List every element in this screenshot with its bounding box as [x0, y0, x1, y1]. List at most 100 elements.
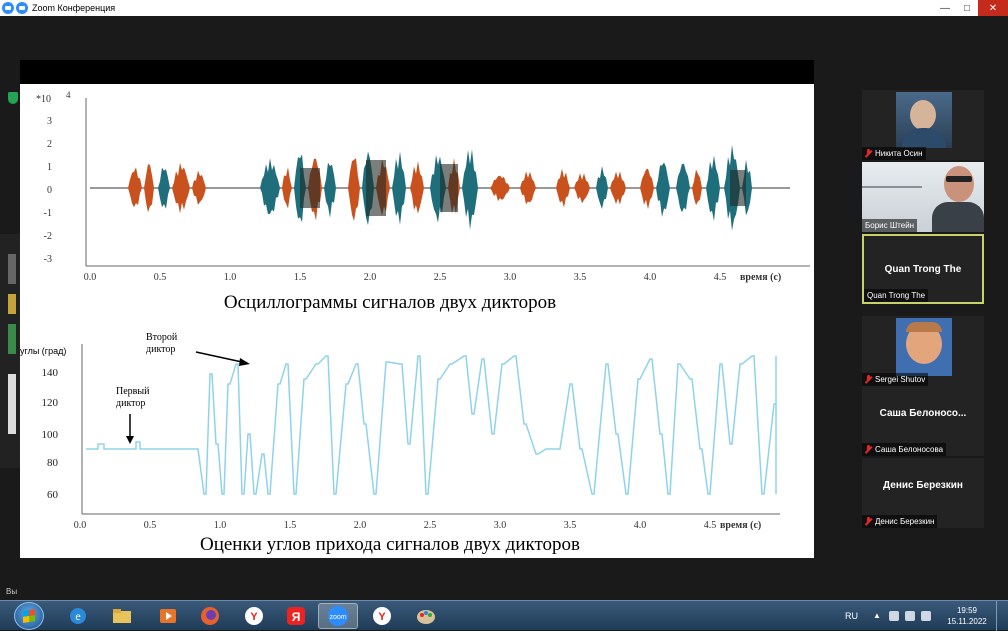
waveform-burst [348, 158, 360, 222]
window-titlebar: Zoom Конференция — □ ✕ [0, 0, 1008, 16]
clock-date: 15.11.2022 [947, 617, 987, 626]
waveform-overlap [730, 170, 746, 206]
annotation-second-speaker-line2: диктор [146, 344, 175, 355]
y-tick-label: 140 [42, 367, 59, 379]
meeting-stage: *10 4 3 2 1 0 -1 -2 -3 0.0 0.5 1.0 1.5 2.0 2.5 3.0 3.5 4.… [0, 16, 1008, 600]
waveform-burst [128, 167, 142, 208]
annotation-second-arrow [195, 351, 243, 363]
x-tick-label: 1.0 [224, 272, 237, 283]
waveform-overlap [366, 160, 386, 216]
participant-tile[interactable]: Денис Березкин Денис Березкин [862, 458, 984, 528]
yandex-icon[interactable]: Я [276, 603, 316, 629]
waveform-overlap [440, 164, 458, 212]
waveform-burst [260, 158, 280, 215]
y-tick-label: 60 [47, 489, 59, 501]
x-tick-label: 3.5 [564, 520, 577, 531]
clock[interactable]: 19:59 15.11.2022 [942, 605, 992, 627]
participant-name: Никита Осин [875, 149, 923, 158]
participant-display-name: Саша Белоносо... [879, 408, 967, 419]
x-tick-label: 4.0 [634, 520, 647, 531]
waveform-burst [610, 171, 626, 205]
y-tick-label: 3 [47, 116, 52, 127]
svg-text:e: e [75, 609, 80, 623]
yandex-browser-icon-2[interactable]: Y [362, 603, 402, 629]
tray-app-icon[interactable] [889, 611, 899, 621]
participant-name: Quan Trong The [867, 291, 926, 300]
media-player-icon[interactable] [148, 603, 188, 629]
participant-video [896, 92, 952, 148]
participant-tile[interactable]: Никита Осин [862, 90, 984, 160]
waveform-burst [596, 166, 608, 210]
waveform-burst [574, 173, 590, 204]
x-tick-label: 3.0 [494, 520, 507, 531]
close-button[interactable]: ✕ [978, 0, 1008, 16]
y-tick-label: 100 [42, 429, 59, 441]
volume-icon[interactable] [921, 611, 931, 621]
network-icon[interactable] [905, 611, 915, 621]
waveform-overlap [300, 168, 320, 208]
maximize-button[interactable]: □ [956, 0, 978, 16]
minimize-button[interactable]: — [934, 0, 956, 16]
participant-tile[interactable]: Sergei Shutov [862, 316, 984, 386]
angle-estimate-caption: Оценки углов прихода сигналов двух дикто… [199, 534, 581, 555]
zoom-taskbar-icon[interactable]: zoom [318, 603, 358, 629]
x-tick-label: 2.5 [434, 272, 447, 283]
yandex-browser-icon[interactable]: Y [234, 603, 274, 629]
x-axis-label: время (с) [740, 272, 781, 283]
shared-screen: *10 4 3 2 1 0 -1 -2 -3 0.0 0.5 1.0 1.5 2.0 2.5 3.0 3.5 4.… [20, 60, 814, 558]
encryption-shield-icon[interactable] [8, 92, 18, 104]
x-tick-label: 0.5 [144, 520, 157, 531]
waveform-burst [656, 162, 670, 218]
waveform-burst [490, 175, 510, 202]
language-indicator[interactable]: RU [845, 611, 858, 621]
file-explorer-icon[interactable] [102, 603, 142, 629]
windows-taskbar: e Y Я zoom Y RU ▲ 19:59 15.11.2022 [0, 600, 1008, 631]
x-tick-label: 2.5 [424, 520, 437, 531]
annotation-second-speaker-line1: Второй [146, 332, 178, 343]
tray-expand-icon[interactable]: ▲ [873, 611, 883, 621]
internet-explorer-icon[interactable]: e [58, 603, 98, 629]
oscillogram-chart: *10 4 3 2 1 0 -1 -2 -3 0.0 0.5 1.0 1.5 2.0 2.5 3.0 3.5 4.… [36, 90, 810, 283]
shared-screen-header [20, 60, 814, 84]
x-tick-label: 2.0 [364, 272, 377, 283]
waveform-burst [520, 171, 536, 205]
firefox-icon[interactable] [190, 603, 230, 629]
x-axis-label: время (с) [720, 520, 761, 531]
x-tick-label: 4.5 [714, 272, 727, 283]
waveform-burst [192, 170, 206, 205]
waveform-burst [410, 160, 424, 214]
x-tick-label: 0.5 [154, 272, 167, 283]
y-tick-label: 80 [47, 457, 59, 469]
x-tick-label: 4.5 [704, 520, 717, 531]
system-tray: RU ▲ 19:59 15.11.2022 [845, 601, 1008, 631]
x-tick-label: 0.0 [74, 520, 87, 531]
participant-tile-active-speaker[interactable]: Quan Trong The Quan Trong The [862, 234, 984, 304]
participant-tile[interactable]: Борис Штейн [862, 162, 984, 232]
zoom-icon [2, 2, 14, 14]
angle-estimate-chart: углы (град) 140 120 100 80 60 0.0 0.5 1.0 1.5 2.0 2… [20, 332, 780, 531]
x-tick-label: 4.0 [644, 272, 657, 283]
show-desktop-button[interactable] [996, 601, 1008, 631]
x-tick-label: 3.0 [504, 272, 517, 283]
waveform-burst [158, 167, 170, 209]
svg-text:Y: Y [250, 611, 258, 623]
participant-tile[interactable]: Саша Белоносо... Саша Белоносова [862, 386, 984, 456]
paint-icon[interactable] [406, 603, 446, 629]
angle-trace [86, 355, 777, 495]
waveform-burst [462, 149, 478, 230]
y-tick-label: -3 [44, 254, 52, 265]
y-axis-label: углы (град) [20, 346, 66, 356]
waveform-burst [692, 169, 702, 206]
participant-video [896, 318, 952, 376]
muted-mic-icon [865, 149, 872, 158]
waveform-burst [706, 155, 720, 221]
x-tick-label: 1.0 [214, 520, 227, 531]
waveform-burst [392, 151, 406, 226]
muted-mic-icon [865, 445, 872, 454]
waveform-burst [282, 167, 292, 209]
waveform-burst [556, 168, 570, 208]
annotation-second-arrowhead [239, 358, 250, 366]
start-button[interactable] [14, 602, 44, 630]
self-view-hint: Вы [6, 587, 18, 596]
annotation-first-arrowhead [126, 436, 134, 444]
